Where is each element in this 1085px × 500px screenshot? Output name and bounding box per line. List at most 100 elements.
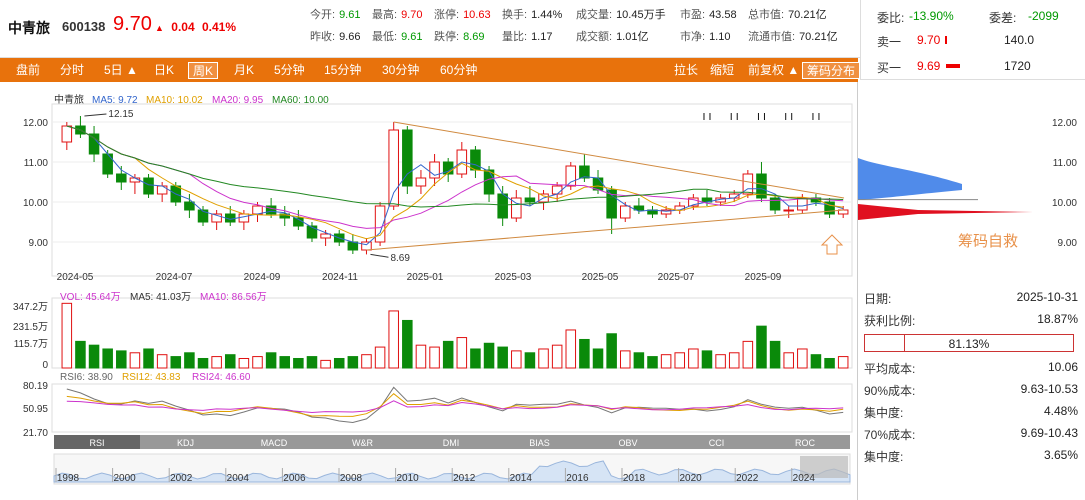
candle-body[interactable]	[102, 153, 113, 175]
volume-bar[interactable]	[306, 356, 318, 369]
candle-body[interactable]	[156, 185, 168, 195]
volume-bar[interactable]	[674, 352, 686, 369]
period-tab[interactable]: 分时	[56, 62, 88, 79]
volume-bar[interactable]	[619, 350, 631, 369]
volume-bar[interactable]	[102, 348, 113, 369]
volume-bar[interactable]	[633, 352, 645, 369]
volume-bar[interactable]	[579, 338, 590, 369]
candle-body[interactable]	[184, 201, 195, 211]
candle-body[interactable]	[252, 205, 263, 215]
volume-bar[interactable]	[402, 319, 413, 369]
kline-chart[interactable]: 中青旅 MA5: 9.72 MA10: 10.02 MA20: 9.95 MA60: 1…	[0, 82, 858, 500]
toolbar-action-button[interactable]: 前复权 ▲	[744, 62, 803, 79]
volume-bar[interactable]	[715, 354, 726, 369]
volume-bar[interactable]	[320, 359, 331, 369]
volume-bar[interactable]	[279, 356, 291, 369]
volume-bar[interactable]	[333, 357, 345, 369]
period-tab[interactable]: 5分钟	[270, 62, 309, 79]
candle-body[interactable]	[551, 185, 563, 195]
volume-bar[interactable]	[415, 344, 427, 369]
candle-body[interactable]	[470, 149, 481, 171]
volume-bar[interactable]	[837, 356, 849, 369]
period-tab[interactable]: 5日 ▲	[100, 62, 142, 79]
volume-bar[interactable]	[824, 357, 835, 369]
volume-bar[interactable]	[184, 352, 195, 369]
toolbar-action-button[interactable]: 缩短	[706, 62, 738, 79]
candle-body[interactable]	[783, 209, 794, 212]
candle-body[interactable]	[524, 197, 536, 203]
volume-bar[interactable]	[61, 302, 73, 369]
volume-bar[interactable]	[742, 340, 754, 369]
candle-body[interactable]	[402, 129, 413, 187]
volume-bar[interactable]	[374, 346, 386, 369]
volume-bar[interactable]	[88, 344, 100, 369]
period-tab[interactable]: 月K	[230, 62, 258, 79]
volume-bar[interactable]	[156, 354, 168, 369]
volume-bar[interactable]	[797, 348, 808, 369]
volume-bar[interactable]	[429, 346, 440, 369]
toolbar-action-button[interactable]: 筹码分布	[802, 62, 861, 79]
volume-bar[interactable]	[293, 357, 304, 369]
volume-bar[interactable]	[129, 352, 141, 369]
candle-body[interactable]	[388, 129, 399, 207]
volume-bar[interactable]	[524, 352, 536, 369]
candle-body[interactable]	[483, 169, 495, 195]
candle-body[interactable]	[361, 241, 372, 251]
volume-bar[interactable]	[701, 350, 713, 369]
volume-bar[interactable]	[361, 354, 372, 369]
indicator-tab[interactable]: CCI	[709, 438, 725, 448]
volume-bar[interactable]	[606, 333, 617, 369]
volume-bar[interactable]	[388, 310, 399, 369]
period-tab[interactable]: 盘前	[12, 62, 44, 79]
candle-body[interactable]	[347, 241, 359, 251]
volume-bar[interactable]	[756, 325, 767, 369]
candle-body[interactable]	[415, 177, 427, 187]
volume-bar[interactable]	[442, 340, 454, 369]
indicator-tab[interactable]: DMI	[443, 438, 460, 448]
period-tab[interactable]: 日K	[150, 62, 178, 79]
volume-bar[interactable]	[769, 340, 781, 369]
volume-bar[interactable]	[197, 357, 209, 369]
period-tab[interactable]: 15分钟	[320, 62, 365, 79]
volume-bar[interactable]	[728, 352, 740, 369]
volume-bar[interactable]	[688, 348, 699, 369]
volume-bar[interactable]	[470, 348, 481, 369]
volume-bar[interactable]	[265, 352, 277, 369]
indicator-tab[interactable]: W&R	[352, 438, 373, 448]
period-tab[interactable]: 30分钟	[378, 62, 423, 79]
candle-body[interactable]	[143, 177, 154, 195]
indicator-tab[interactable]: MACD	[261, 438, 288, 448]
candle-body[interactable]	[619, 205, 631, 219]
candle-body[interactable]	[497, 193, 508, 219]
volume-bar[interactable]	[551, 344, 563, 369]
volume-bar[interactable]	[224, 354, 236, 369]
volume-bar[interactable]	[592, 348, 604, 369]
volume-bar[interactable]	[483, 342, 495, 369]
indicator-tab[interactable]: OBV	[618, 438, 637, 448]
volume-bar[interactable]	[810, 354, 822, 369]
candle-body[interactable]	[769, 197, 781, 211]
toolbar-action-button[interactable]: 拉长	[670, 62, 702, 79]
volume-bar[interactable]	[116, 350, 127, 369]
volume-bar[interactable]	[75, 340, 86, 369]
indicator-tab[interactable]: BIAS	[529, 438, 550, 448]
indicator-tab[interactable]: ROC	[795, 438, 816, 448]
candle-body[interactable]	[116, 173, 127, 183]
volume-bar[interactable]	[660, 354, 672, 369]
volume-bar[interactable]	[647, 356, 658, 369]
period-tab[interactable]: 周K	[188, 62, 219, 79]
indicator-tab[interactable]: RSI	[89, 438, 104, 448]
candle-body[interactable]	[88, 133, 100, 155]
volume-bar[interactable]	[170, 356, 182, 369]
period-tab[interactable]: 60分钟	[436, 62, 481, 79]
volume-bar[interactable]	[783, 352, 794, 369]
volume-bar[interactable]	[143, 348, 154, 369]
volume-bar[interactable]	[347, 356, 359, 369]
volume-bar[interactable]	[238, 357, 250, 369]
volume-bar[interactable]	[211, 356, 222, 369]
volume-bar[interactable]	[511, 350, 522, 369]
indicator-tab[interactable]: KDJ	[177, 438, 194, 448]
candle-body[interactable]	[320, 233, 331, 239]
volume-bar[interactable]	[565, 329, 577, 369]
candle-body[interactable]	[61, 125, 73, 143]
